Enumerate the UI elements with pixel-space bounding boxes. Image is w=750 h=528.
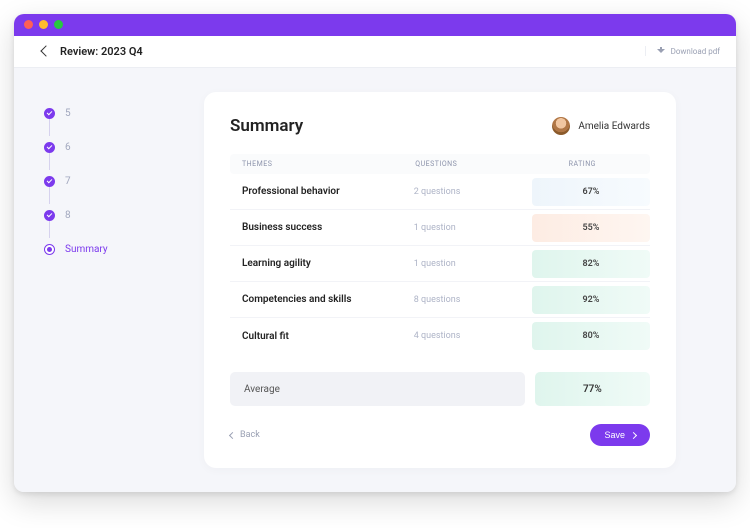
card-title: Summary [230,116,303,136]
step-label: 8 [65,210,71,221]
average-value: 77% [535,372,650,406]
chevron-right-icon [630,431,637,438]
avatar [552,117,570,135]
check-icon [44,142,55,153]
reviewee[interactable]: Amelia Edwards [552,117,650,135]
minimize-icon[interactable] [39,20,48,29]
theme-cell: Learning agility [230,258,414,269]
theme-cell: Competencies and skills [230,294,414,305]
table-row: Learning agility 1 question 82% [230,246,650,282]
questions-cell: 4 questions [414,331,532,341]
check-icon [44,210,55,221]
theme-cell: Professional behavior [230,186,414,197]
user-name: Amelia Edwards [578,121,650,132]
rating-cell: 80% [532,322,650,350]
chevron-left-icon [40,46,51,57]
card-footer: Back Save [230,424,650,446]
sidebar-step-7[interactable]: 7 [44,164,194,198]
stepper-sidebar: 5 6 7 8 Summary [14,68,194,492]
step-label: 7 [65,176,71,187]
back-button[interactable]: Back [230,430,260,440]
top-bar: Review: 2023 Q4 Download pdf [14,36,736,68]
main-content: Summary Amelia Edwards THEMES QUESTIONS … [194,68,736,492]
average-label: Average [230,372,525,406]
back-label: Back [240,430,260,440]
app-window: Review: 2023 Q4 Download pdf 5 6 7 8 [14,14,736,492]
breadcrumb[interactable]: Review: 2023 Q4 [42,45,143,58]
sidebar-step-8[interactable]: 8 [44,198,194,232]
close-icon[interactable] [24,20,33,29]
rating-cell: 67% [532,178,650,206]
step-label: 6 [65,142,71,153]
table-row: Cultural fit 4 questions 80% [230,318,650,354]
questions-cell: 8 questions [414,295,532,305]
sidebar-step-summary[interactable]: Summary [44,232,194,266]
table-row: Business success 1 question 55% [230,210,650,246]
download-icon [656,46,666,56]
theme-cell: Business success [230,222,414,233]
summary-table: THEMES QUESTIONS RATING Professional beh… [230,154,650,354]
radio-current-icon [44,244,55,255]
sidebar-step-5[interactable]: 5 [44,96,194,130]
table-header: THEMES QUESTIONS RATING [230,154,650,174]
check-icon [44,176,55,187]
maximize-icon[interactable] [54,20,63,29]
card-header: Summary Amelia Edwards [230,116,650,136]
step-label: Summary [65,244,108,255]
table-row: Competencies and skills 8 questions 92% [230,282,650,318]
theme-cell: Cultural fit [230,331,414,342]
download-pdf-button[interactable]: Download pdf [645,46,720,56]
sidebar-step-6[interactable]: 6 [44,130,194,164]
table-row: Professional behavior 2 questions 67% [230,174,650,210]
chevron-left-icon [229,431,236,438]
page-title: Review: 2023 Q4 [60,45,143,58]
average-row: Average 77% [230,372,650,406]
rating-cell: 82% [532,250,650,278]
save-label: Save [604,430,625,440]
save-button[interactable]: Save [590,424,650,446]
questions-cell: 2 questions [414,187,532,197]
col-themes: THEMES [242,160,415,168]
col-rating: RATING [527,160,638,168]
check-icon [44,108,55,119]
col-questions: QUESTIONS [415,160,526,168]
summary-card: Summary Amelia Edwards THEMES QUESTIONS … [204,92,676,468]
window-titlebar [14,14,736,36]
rating-cell: 92% [532,286,650,314]
step-label: 5 [65,108,71,119]
download-label: Download pdf [671,47,720,56]
body: 5 6 7 8 Summary Summary [14,68,736,492]
questions-cell: 1 question [414,223,532,233]
questions-cell: 1 question [414,259,532,269]
rating-cell: 55% [532,214,650,242]
